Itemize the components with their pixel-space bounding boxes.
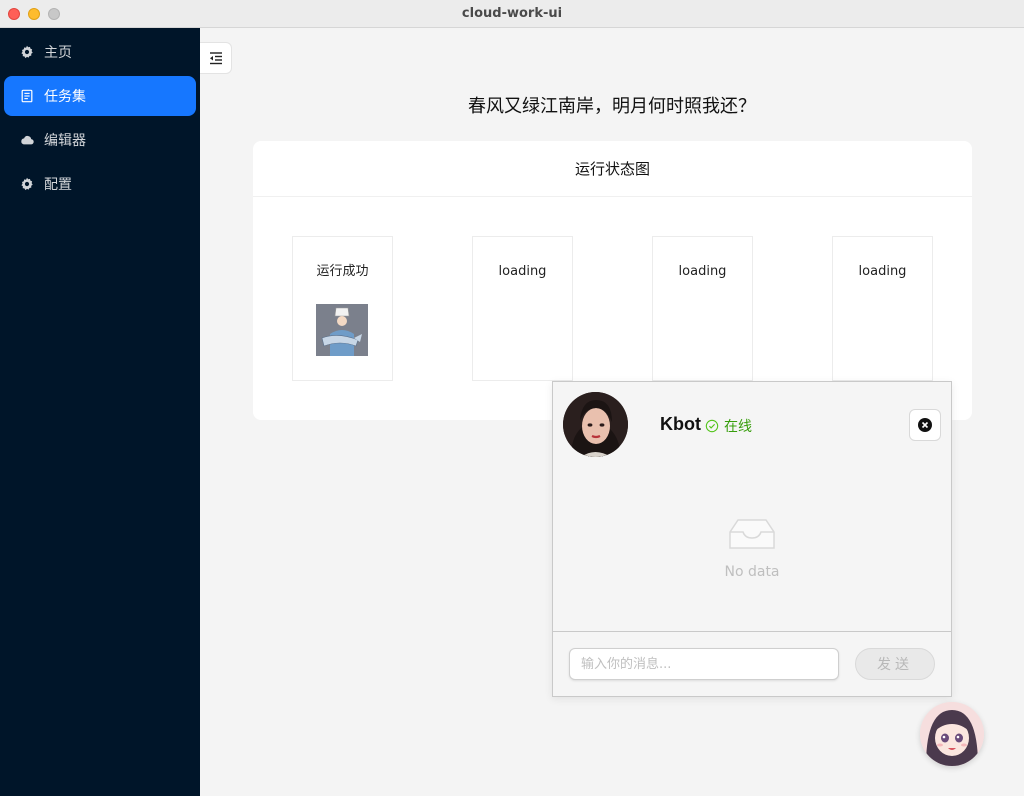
sidebar-item-label: 编辑器 <box>44 133 86 149</box>
gear-icon <box>20 45 34 59</box>
sidebar-item-tasks[interactable]: 任务集 <box>4 76 196 116</box>
sidebar-item-label: 主页 <box>44 45 72 61</box>
status-item-loading: loading <box>652 236 753 381</box>
card-title: 运行状态图 <box>253 141 972 197</box>
sidebar-item-settings[interactable]: 配置 <box>4 164 196 204</box>
online-status: 在线 <box>705 416 752 436</box>
inbox-icon <box>728 512 776 556</box>
assistant-float-avatar[interactable] <box>920 702 984 766</box>
empty-state-text: No data <box>724 564 780 580</box>
sidebar-toggle-button[interactable] <box>200 42 232 74</box>
task-icon <box>20 89 34 103</box>
status-item-loading: loading <box>832 236 933 381</box>
empty-state: No data <box>553 512 951 580</box>
status-text: 运行成功 <box>316 264 369 279</box>
sidebar-item-home[interactable]: 主页 <box>4 32 196 72</box>
sidebar-item-editor[interactable]: 编辑器 <box>4 120 196 160</box>
sidebar-item-label: 配置 <box>44 177 72 193</box>
window-titlebar: cloud-work-ui <box>0 0 1024 28</box>
chat-bot-name: Kbot <box>660 414 701 434</box>
status-text: loading <box>498 264 547 279</box>
chat-panel: Kbot 在线 No data 发送 <box>552 381 952 697</box>
window-title: cloud-work-ui <box>461 6 563 21</box>
message-input[interactable] <box>569 648 839 680</box>
close-icon <box>917 417 933 433</box>
chat-avatar <box>563 392 628 457</box>
status-text: loading <box>858 264 907 279</box>
check-circle-icon <box>705 419 724 433</box>
gear-icon <box>20 177 34 191</box>
status-item-success: 运行成功 <box>292 236 393 381</box>
online-status-text: 在线 <box>724 419 752 435</box>
page-headline: 春风又绿江南岸，明月何时照我还？ <box>468 96 756 117</box>
chat-footer: 发送 <box>553 631 951 696</box>
sidebar-item-label: 任务集 <box>44 89 86 105</box>
status-card: 运行状态图 运行成功 loading loading loading <box>253 141 972 420</box>
cloud-icon <box>20 133 34 147</box>
send-button[interactable]: 发送 <box>855 648 935 680</box>
status-item-loading: loading <box>472 236 573 381</box>
menu-fold-icon <box>208 50 224 66</box>
status-text: loading <box>678 264 727 279</box>
sidebar: 主页 任务集 编辑器 配置 <box>0 28 200 796</box>
status-image <box>316 304 368 356</box>
chat-close-button[interactable] <box>909 409 941 441</box>
